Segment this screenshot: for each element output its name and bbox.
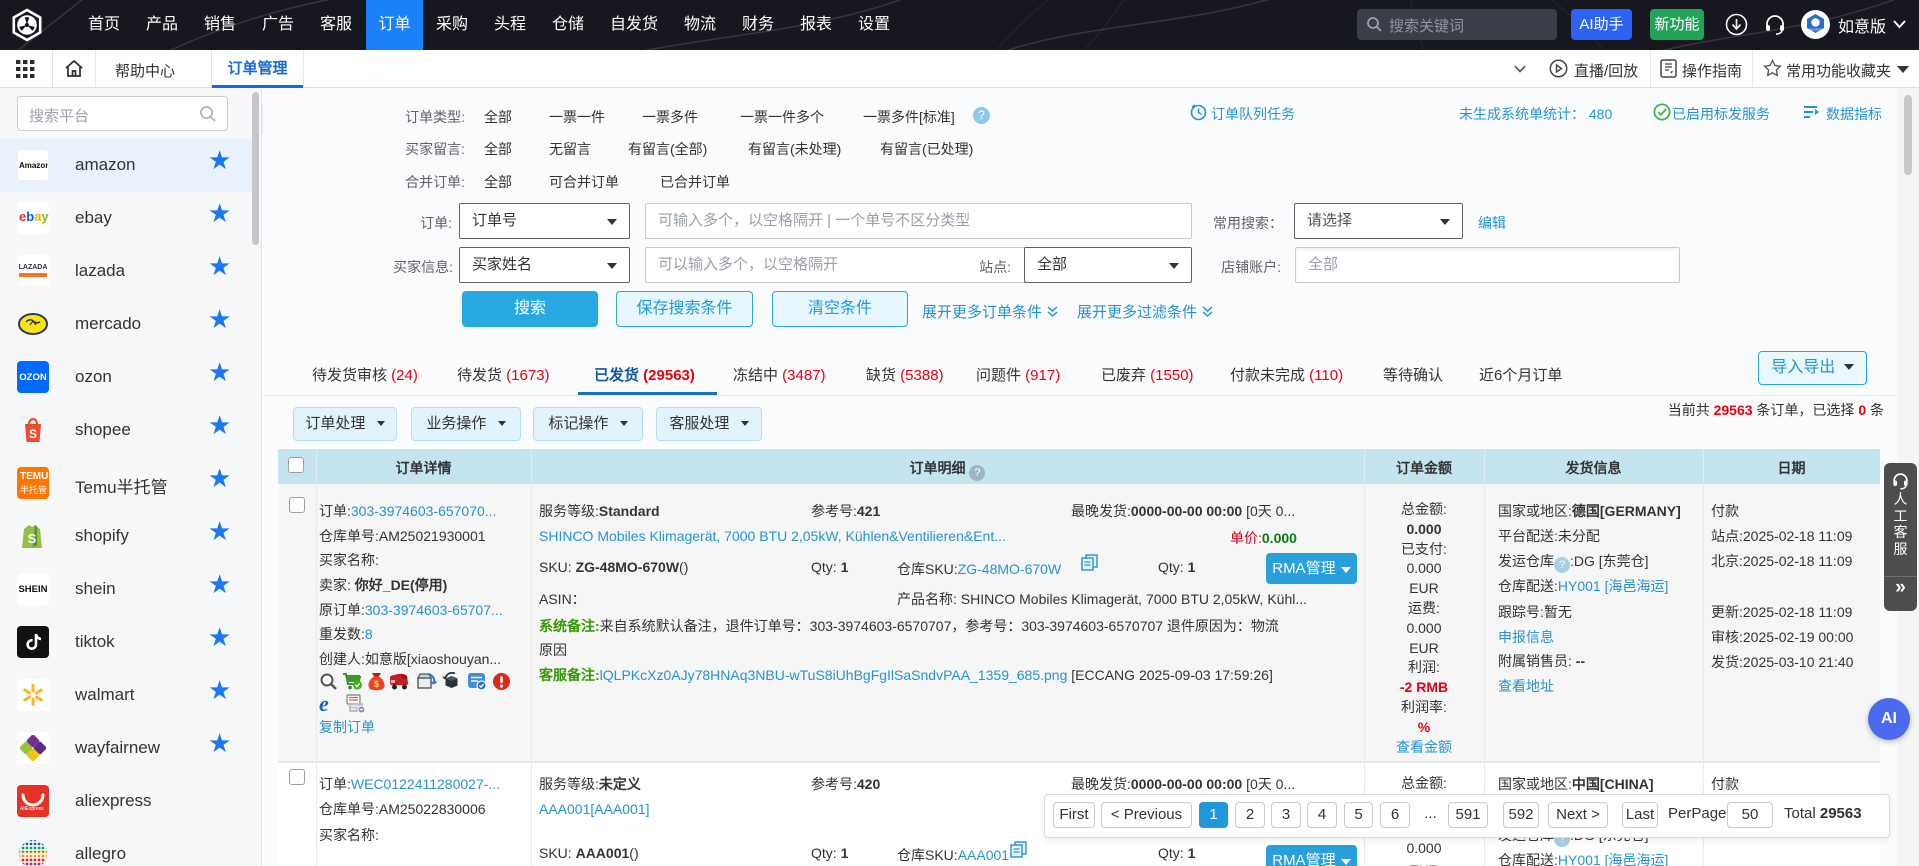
svg-text:e: e [319, 694, 329, 714]
svg-text:S: S [28, 531, 37, 546]
svg-text:S: S [29, 427, 37, 441]
svg-text:ECCANG: ECCANG [1809, 28, 1823, 32]
svg-text:$: $ [374, 679, 379, 689]
